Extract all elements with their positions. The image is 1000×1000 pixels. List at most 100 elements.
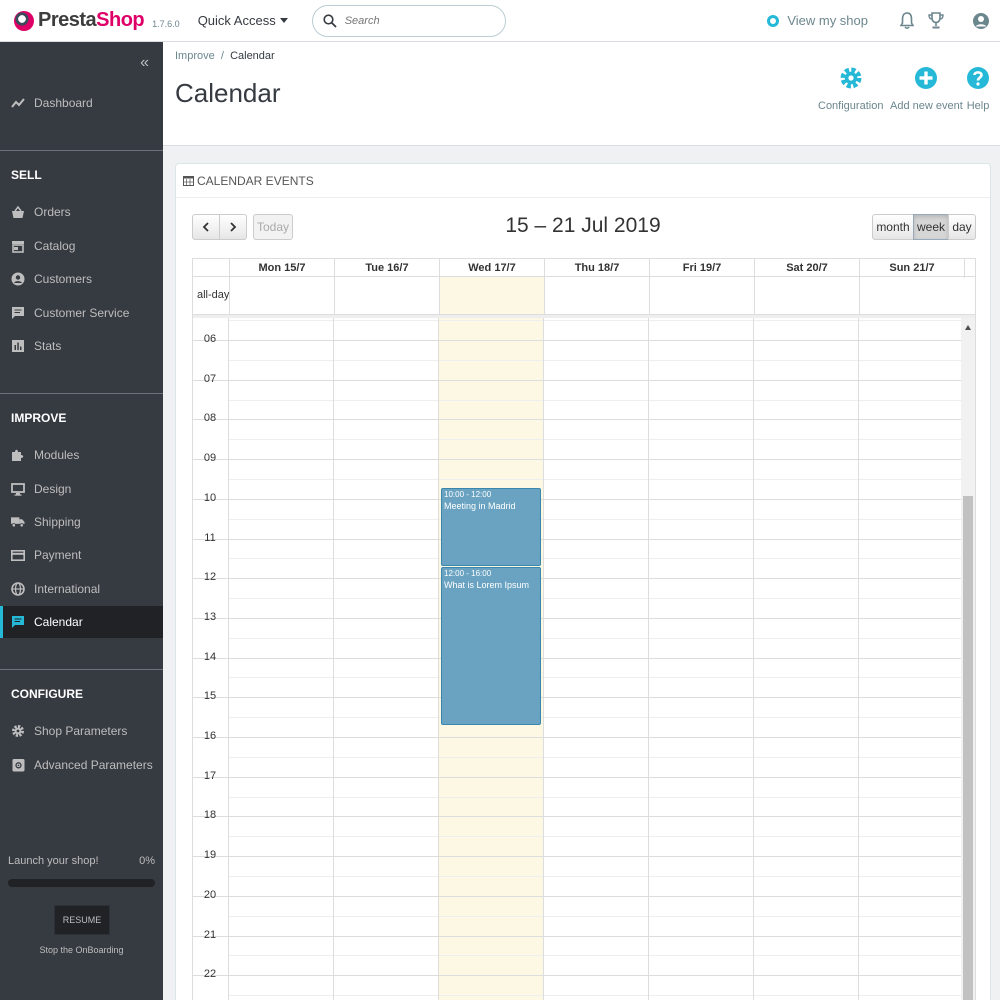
half-hour-line: [229, 598, 963, 599]
monitor-icon: [11, 482, 25, 496]
half-hour-line: [229, 916, 963, 917]
day-column-divider: [228, 318, 229, 1000]
sidebar-section-improve: IMPROVE: [11, 411, 67, 425]
calendar-panel: CALENDAR EVENTS Today 15 – 21 Jul 2019 m…: [175, 163, 991, 1000]
sidebar-divider: [0, 150, 163, 151]
chat-icon: [11, 306, 25, 320]
sidebar-item-modules[interactable]: Modules: [0, 439, 163, 471]
sidebar-item-orders[interactable]: Orders: [0, 196, 163, 228]
calendar-event[interactable]: 10:00 - 12:00 Meeting in Madrid: [441, 488, 541, 566]
half-hour-line: [229, 955, 963, 956]
hour-label: 09: [203, 452, 217, 464]
all-day-row: all-day: [192, 277, 976, 315]
hour-label: 16: [203, 730, 217, 742]
hour-label: 20: [203, 889, 217, 901]
view-my-shop-link[interactable]: View my shop: [767, 13, 868, 28]
half-hour-line: [229, 479, 963, 480]
configuration-button[interactable]: Configuration: [818, 66, 883, 112]
day-header: Thu 18/7: [544, 259, 649, 278]
hour-label: 14: [203, 651, 217, 663]
calendar-event[interactable]: 12:00 - 16:00 What is Lorem Ipsum: [441, 567, 541, 725]
user-avatar-icon[interactable]: [972, 12, 990, 30]
breadcrumb-separator: /: [220, 50, 224, 62]
all-day-cell[interactable]: [859, 277, 964, 314]
add-new-event-button[interactable]: Add new event: [890, 66, 963, 112]
week-view-button[interactable]: week: [913, 214, 949, 240]
day-header: Fri 19/7: [649, 259, 754, 278]
brand-name: PrestaShop: [38, 9, 145, 31]
hour-line: [193, 697, 963, 698]
search-icon[interactable]: [323, 13, 337, 28]
sidebar-item-calendar[interactable]: Calendar: [0, 606, 163, 638]
all-day-cell[interactable]: [754, 277, 859, 314]
logo[interactable]: PrestaShop 1.7.6.0: [14, 9, 180, 32]
sidebar-item-customer-service[interactable]: Customer Service: [0, 297, 163, 329]
month-view-button[interactable]: month: [872, 214, 914, 240]
all-day-cell[interactable]: [544, 277, 649, 314]
day-header: Tue 16/7: [334, 259, 439, 278]
help-button[interactable]: Help: [966, 66, 990, 112]
scroll-up-arrow-icon[interactable]: [965, 325, 971, 330]
breadcrumb-improve[interactable]: Improve: [175, 50, 215, 62]
time-grid[interactable]: 06 07 08 09 10 11 12 13 14 15 16 17 18 19 20 21 22 10:00 …: [192, 318, 976, 1000]
day-column-divider: [543, 318, 544, 1000]
all-day-cell[interactable]: [649, 277, 754, 314]
sidebar-item-label: Dashboard: [34, 96, 93, 110]
all-day-cell[interactable]: [334, 277, 439, 314]
hour-line: [193, 459, 963, 460]
bar-chart-icon: [11, 339, 25, 353]
sidebar-item-shipping[interactable]: Shipping: [0, 506, 163, 538]
globe-icon: [11, 582, 25, 596]
sidebar-divider: [0, 669, 163, 670]
sidebar-item-label: Design: [34, 482, 72, 496]
all-day-cell[interactable]: [229, 277, 334, 314]
day-column-divider: [333, 318, 334, 1000]
calendar-range-title: 15 – 21 Jul 2019: [505, 214, 661, 237]
half-hour-line: [229, 797, 963, 798]
day-header: Wed 17/7: [439, 259, 544, 278]
search-input[interactable]: [344, 14, 485, 27]
notifications-bell-icon[interactable]: [900, 11, 914, 30]
half-hour-line: [229, 400, 963, 401]
scrollbar[interactable]: [961, 318, 975, 1000]
sidebar-item-stats[interactable]: Stats: [0, 330, 163, 362]
hour-line: [193, 380, 963, 381]
sidebar-item-international[interactable]: International: [0, 573, 163, 605]
sidebar-section-sell: SELL: [11, 168, 42, 182]
page-title: Calendar: [175, 78, 281, 108]
add-circle-icon: [915, 67, 938, 89]
sidebar-item-catalog[interactable]: Catalog: [0, 230, 163, 262]
day-view-button[interactable]: day: [948, 214, 976, 240]
stop-onboarding-link[interactable]: Stop the OnBoarding: [0, 945, 163, 955]
sidebar-item-advanced-parameters[interactable]: Advanced Parameters: [0, 749, 163, 781]
half-hour-line: [229, 836, 963, 837]
half-hour-line: [229, 439, 963, 440]
hour-line: [193, 816, 963, 817]
sidebar-item-customers[interactable]: Customers: [0, 263, 163, 295]
day-column-divider: [648, 318, 649, 1000]
sidebar-item-payment[interactable]: Payment: [0, 539, 163, 571]
all-day-cell[interactable]: [439, 277, 544, 314]
truck-icon: [11, 515, 25, 529]
sidebar-item-label: Stats: [34, 339, 62, 353]
sidebar-divider: [0, 393, 163, 394]
collapse-sidebar-icon[interactable]: «: [140, 54, 149, 72]
search-box: [311, 4, 506, 37]
sidebar-item-design[interactable]: Design: [0, 473, 163, 505]
resume-button[interactable]: RESUME: [54, 905, 110, 935]
day-header: Sat 20/7: [754, 259, 859, 278]
trophy-icon[interactable]: [928, 11, 944, 30]
half-hour-line: [229, 995, 963, 996]
sidebar-item-shop-parameters[interactable]: Shop Parameters: [0, 715, 163, 747]
sidebar-item-dashboard[interactable]: Dashboard: [0, 87, 163, 119]
hour-line: [193, 618, 963, 619]
sidebar-item-label: Calendar: [34, 615, 83, 629]
quick-access-dropdown[interactable]: Quick Access: [198, 13, 288, 28]
account-circle-icon: [11, 272, 25, 286]
breadcrumb: Improve / Calendar: [175, 50, 275, 62]
event-title: Meeting in Madrid: [444, 501, 516, 511]
scrollbar-thumb[interactable]: [963, 496, 973, 1000]
half-hour-line: [229, 757, 963, 758]
half-hour-line: [229, 519, 963, 520]
half-hour-line: [229, 717, 963, 718]
